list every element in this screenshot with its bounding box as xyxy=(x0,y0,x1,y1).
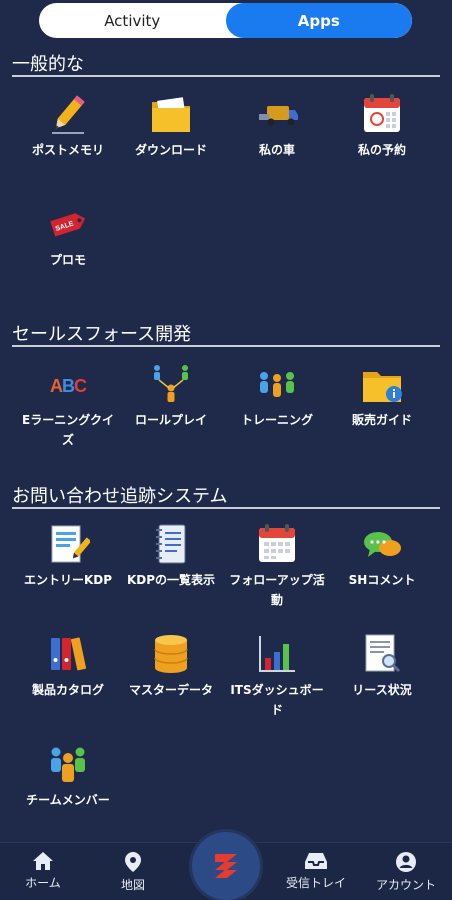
app-master-data[interactable]: マスターデータ xyxy=(121,632,221,700)
section-divider xyxy=(12,75,440,77)
app-sh-comment[interactable]: SHコメント xyxy=(332,522,432,590)
segmented-control: Activity Apps xyxy=(39,3,412,38)
app-label: Eラーニングクイズ xyxy=(22,413,114,447)
people-group-icon xyxy=(260,372,294,397)
app-label: 私の車 xyxy=(258,143,295,157)
bar-chart-icon xyxy=(259,636,295,672)
document-search-icon xyxy=(365,634,401,673)
chat-bubbles-icon xyxy=(364,532,401,557)
folder-download-icon xyxy=(152,97,190,132)
truck-icon xyxy=(259,106,298,126)
folder-info-icon xyxy=(363,372,402,402)
app-label: KDPの一覧表示 xyxy=(126,573,216,587)
calendar-icon xyxy=(364,94,400,132)
nav-label-account: アカウント xyxy=(375,878,436,892)
binders-icon xyxy=(51,637,87,671)
team-icon xyxy=(51,747,85,782)
app-label: チームメンバー xyxy=(26,793,110,807)
app-elearning-quiz[interactable]: A B C Eラーニングクイズ xyxy=(18,362,118,450)
nav-label-inbox: 受信トレイ xyxy=(285,876,346,890)
section-title-inquiry-tracking: お問い合わせ追跡システム xyxy=(12,486,228,507)
nav-home[interactable]: ホーム xyxy=(0,851,88,891)
account-icon xyxy=(396,852,416,872)
home-icon xyxy=(33,852,53,870)
map-pin-icon xyxy=(125,852,141,872)
app-screen: Activity Apps 一般的な ポストメモリ ダウンロード 私の車 私の予… xyxy=(0,0,452,900)
app-label: フォローアップ活動 xyxy=(229,573,325,607)
sale-tag-icon: SALE xyxy=(50,213,86,237)
app-label: ITSダッシュボード xyxy=(230,683,324,717)
app-training[interactable]: トレーニング xyxy=(227,362,327,430)
section-title-salesforce-dev: セールスフォース開発 xyxy=(12,324,192,345)
suzuki-logo-icon xyxy=(215,854,237,878)
svg-text:C: C xyxy=(74,376,87,396)
app-my-reservation[interactable]: 私の予約 xyxy=(332,92,432,160)
app-label: マスターデータ xyxy=(128,683,213,697)
calendar-icon xyxy=(259,524,295,562)
app-entry-kdp[interactable]: エントリーKDP xyxy=(18,522,118,590)
app-lease-status[interactable]: リース状況 xyxy=(332,632,432,700)
section-title-general: 一般的な xyxy=(12,54,84,75)
nav-map[interactable]: 地図 xyxy=(88,851,178,893)
app-label: 販売ガイド xyxy=(351,413,412,427)
notebook-icon xyxy=(156,524,186,564)
app-promo[interactable]: SALE プロモ xyxy=(18,202,118,270)
app-label: ポストメモリ xyxy=(31,143,104,157)
nav-label-map: 地図 xyxy=(120,878,145,892)
app-label: ダウンロード xyxy=(134,143,207,157)
abc-icon: A B C xyxy=(50,376,87,396)
nav-label-home: ホーム xyxy=(25,876,61,890)
app-label: プロモ xyxy=(49,253,86,267)
app-label: SHコメント xyxy=(348,573,416,587)
app-product-catalog[interactable]: 製品カタログ xyxy=(18,632,118,700)
app-label: ロールプレイ xyxy=(134,413,207,427)
section-divider xyxy=(12,345,440,347)
app-label: 製品カタログ xyxy=(31,683,104,697)
database-icon xyxy=(154,635,188,673)
suzuki-home-button[interactable] xyxy=(192,832,260,900)
nav-account[interactable]: アカウント xyxy=(361,851,451,893)
app-label: 私の予約 xyxy=(357,143,406,157)
app-post-memory[interactable]: ポストメモリ xyxy=(18,92,118,160)
tab-activity[interactable]: Activity xyxy=(39,3,226,38)
app-label: トレーニング xyxy=(240,413,313,427)
form-edit-icon xyxy=(51,525,90,563)
app-label: リース状況 xyxy=(352,683,412,697)
app-team-members[interactable]: チームメンバー xyxy=(18,742,118,810)
app-its-dashboard[interactable]: ITSダッシュボード xyxy=(227,632,327,720)
app-label: エントリーKDP xyxy=(23,573,113,587)
app-download[interactable]: ダウンロード xyxy=(121,92,221,160)
app-roleplay[interactable]: ロールプレイ xyxy=(121,362,221,430)
tab-apps[interactable]: Apps xyxy=(225,3,412,38)
app-my-car[interactable]: 私の車 xyxy=(227,92,327,160)
app-kdp-list[interactable]: KDPの一覧表示 xyxy=(121,522,221,590)
pencil-icon xyxy=(52,95,85,134)
section-divider xyxy=(12,507,440,509)
people-network-icon xyxy=(154,365,188,402)
inbox-icon xyxy=(305,853,327,869)
app-sales-guide[interactable]: 販売ガイド xyxy=(332,362,432,430)
app-follow-up[interactable]: フォローアップ活動 xyxy=(227,522,327,610)
nav-inbox[interactable]: 受信トレイ xyxy=(271,851,361,891)
